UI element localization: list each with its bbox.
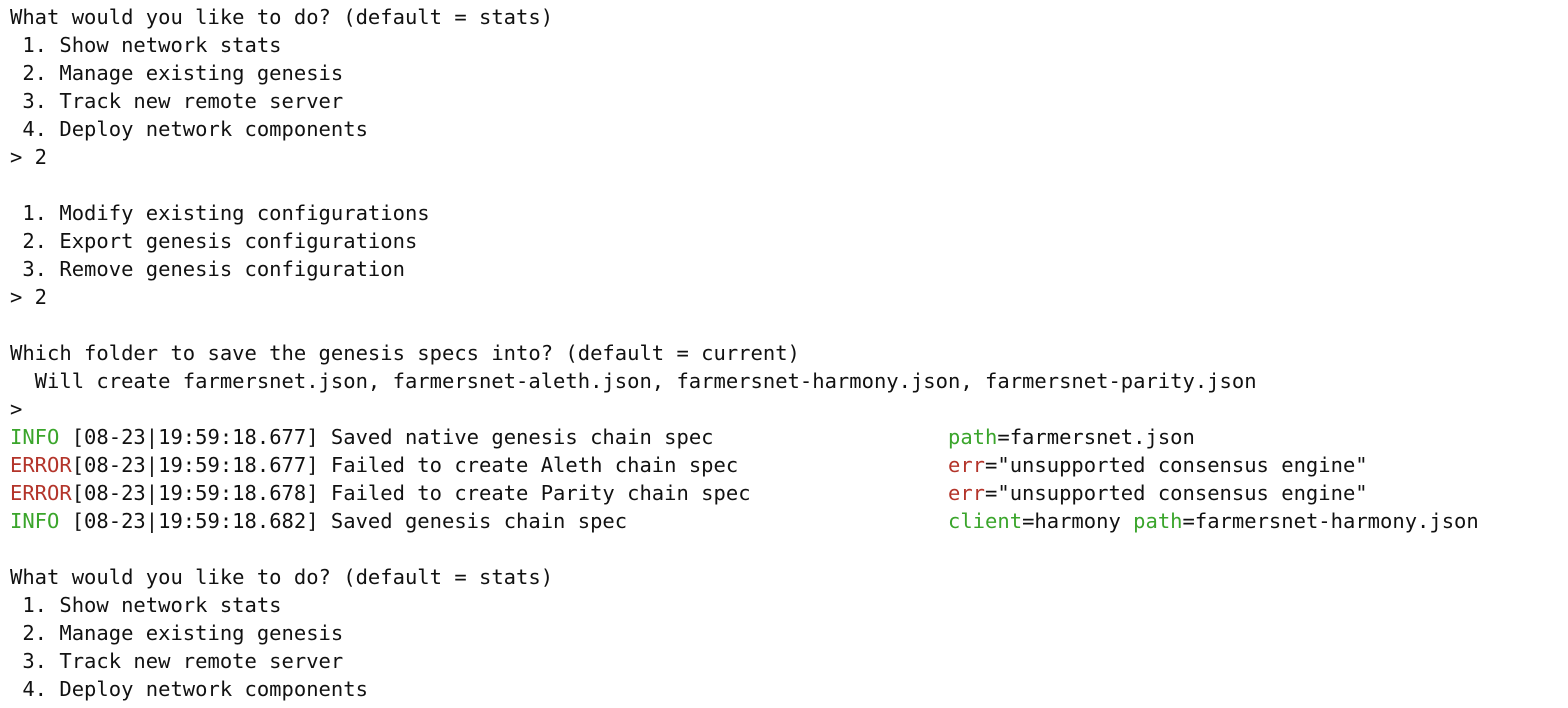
- log-message: [08-23|19:59:18.677] Failed to create Al…: [71, 453, 739, 477]
- log-key: err: [948, 481, 986, 505]
- log-key: err: [948, 453, 986, 477]
- log-line: INFO [08-23|19:59:18.682] Saved genesis …: [10, 507, 1562, 535]
- menu-prompt: What would you like to do? (default = st…: [10, 5, 554, 29]
- log-line: INFO [08-23|19:59:18.677] Saved native g…: [10, 423, 1562, 451]
- log-line: ERROR[08-23|19:59:18.677] Failed to crea…: [10, 451, 1562, 479]
- log-context: client=harmony path=farmersnet-harmony.j…: [948, 507, 1479, 535]
- user-input: > 2: [10, 145, 48, 169]
- log-line: ERROR[08-23|19:59:18.678] Failed to crea…: [10, 479, 1562, 507]
- user-input: > 2: [10, 285, 48, 309]
- menu-option: 4. Deploy network components: [10, 117, 368, 141]
- menu-option: 3. Track new remote server: [10, 649, 344, 673]
- log-context: err="unsupported consensus engine": [948, 451, 1368, 479]
- menu-option: 1. Show network stats: [10, 593, 282, 617]
- menu-option: 2. Export genesis configurations: [10, 229, 418, 253]
- menu-prompt: What would you like to do? (default = st…: [10, 565, 554, 589]
- log-key: client: [948, 509, 1023, 533]
- menu-option: 3. Track new remote server: [10, 89, 344, 113]
- menu-option: 3. Remove genesis configuration: [10, 257, 405, 281]
- menu-option: 1. Show network stats: [10, 33, 282, 57]
- folder-note: Will create farmersnet.json, farmersnet-…: [10, 369, 1257, 393]
- log-value: ="unsupported consensus engine": [985, 481, 1368, 505]
- log-key: path: [948, 425, 998, 449]
- log-message: [08-23|19:59:18.677] Saved native genesi…: [71, 425, 714, 449]
- terminal-output[interactable]: What would you like to do? (default = st…: [10, 3, 1562, 703]
- menu-option: 1. Modify existing configurations: [10, 201, 430, 225]
- log-level: INFO: [10, 425, 72, 449]
- log-value: =farmersnet-harmony.json: [1182, 509, 1479, 533]
- menu-option: 2. Manage existing genesis: [10, 61, 344, 85]
- log-level: ERROR: [10, 481, 72, 505]
- log-key: path: [1133, 509, 1183, 533]
- log-level: ERROR: [10, 453, 72, 477]
- menu-option: 4. Deploy network components: [10, 677, 368, 701]
- user-input: >: [10, 397, 23, 421]
- log-message: [08-23|19:59:18.682] Saved genesis chain…: [71, 509, 628, 533]
- log-context: path=farmersnet.json: [948, 423, 1195, 451]
- log-value: =harmony: [1022, 509, 1134, 533]
- menu-option: 2. Manage existing genesis: [10, 621, 344, 645]
- log-value: ="unsupported consensus engine": [985, 453, 1368, 477]
- log-message: [08-23|19:59:18.678] Failed to create Pa…: [71, 481, 751, 505]
- folder-prompt: Which folder to save the genesis specs i…: [10, 341, 800, 365]
- log-value: =farmersnet.json: [997, 425, 1195, 449]
- log-level: INFO: [10, 509, 72, 533]
- log-context: err="unsupported consensus engine": [948, 479, 1368, 507]
